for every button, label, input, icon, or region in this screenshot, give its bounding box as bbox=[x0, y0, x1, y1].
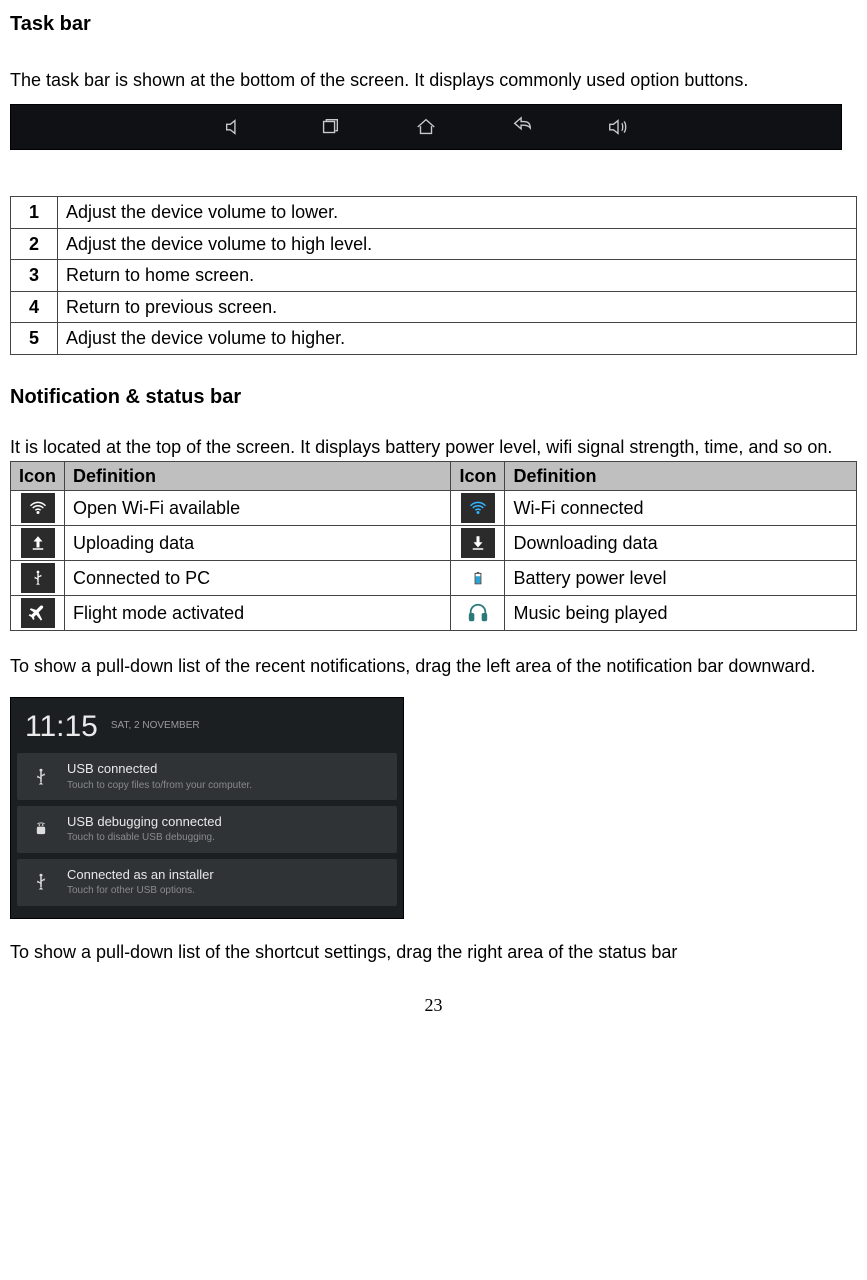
table-row: Open Wi-Fi available Wi-Fi connected bbox=[11, 491, 857, 526]
airplane-mode-icon bbox=[21, 598, 55, 628]
clock-time: 11:15 bbox=[25, 708, 98, 746]
android-debug-icon bbox=[27, 816, 55, 844]
notification-item: USB connected Touch to copy files to/fro… bbox=[17, 753, 397, 800]
pulldown-left-description: To show a pull-down list of the recent n… bbox=[10, 655, 857, 678]
upload-icon bbox=[21, 528, 55, 558]
notification-item: Connected as an installer Touch for othe… bbox=[17, 859, 397, 906]
table-row: 4Return to previous screen. bbox=[11, 291, 857, 323]
table-row: Connected to PC Battery power level bbox=[11, 561, 857, 596]
home-icon bbox=[413, 114, 439, 140]
icon-definitions-table: Icon Definition Icon Definition Open Wi-… bbox=[10, 461, 857, 632]
taskbar-screenshot bbox=[10, 104, 842, 150]
heading-notification-status-bar: Notification & status bar bbox=[10, 385, 857, 410]
table-row: Flight mode activated Music being played bbox=[11, 596, 857, 631]
table-row: Uploading data Downloading data bbox=[11, 526, 857, 561]
usb-icon bbox=[27, 763, 55, 791]
col-definition: Definition bbox=[65, 461, 451, 491]
heading-task-bar: Task bar bbox=[10, 12, 857, 37]
music-playing-icon bbox=[461, 598, 495, 628]
table-row: 2Adjust the device volume to high level. bbox=[11, 228, 857, 260]
col-definition: Definition bbox=[505, 461, 857, 491]
back-icon bbox=[509, 114, 535, 140]
notification-bar-description: It is located at the top of the screen. … bbox=[10, 436, 857, 459]
volume-down-icon bbox=[221, 114, 247, 140]
notification-panel-screenshot: 11:15 SAT, 2 NOVEMBER USB connected Touc… bbox=[10, 697, 404, 919]
notification-item: USB debugging connected Touch to disable… bbox=[17, 806, 397, 853]
page-number: 23 bbox=[10, 994, 857, 1017]
recent-apps-icon bbox=[317, 114, 343, 140]
clock-date: SAT, 2 NOVEMBER bbox=[111, 720, 200, 733]
wifi-available-icon bbox=[21, 493, 55, 523]
battery-icon bbox=[461, 563, 495, 593]
usb-icon bbox=[21, 563, 55, 593]
taskbar-definitions-table: 1Adjust the device volume to lower. 2Adj… bbox=[10, 196, 857, 355]
col-icon: Icon bbox=[451, 461, 505, 491]
wifi-connected-icon bbox=[461, 493, 495, 523]
pulldown-right-description: To show a pull-down list of the shortcut… bbox=[10, 941, 857, 964]
download-icon bbox=[461, 528, 495, 558]
volume-up-icon bbox=[605, 114, 631, 140]
table-row: 5Adjust the device volume to higher. bbox=[11, 323, 857, 355]
usb-icon bbox=[27, 868, 55, 896]
table-row: 1Adjust the device volume to lower. bbox=[11, 197, 857, 229]
table-row: 3Return to home screen. bbox=[11, 260, 857, 292]
task-bar-description: The task bar is shown at the bottom of t… bbox=[10, 63, 857, 98]
col-icon: Icon bbox=[11, 461, 65, 491]
